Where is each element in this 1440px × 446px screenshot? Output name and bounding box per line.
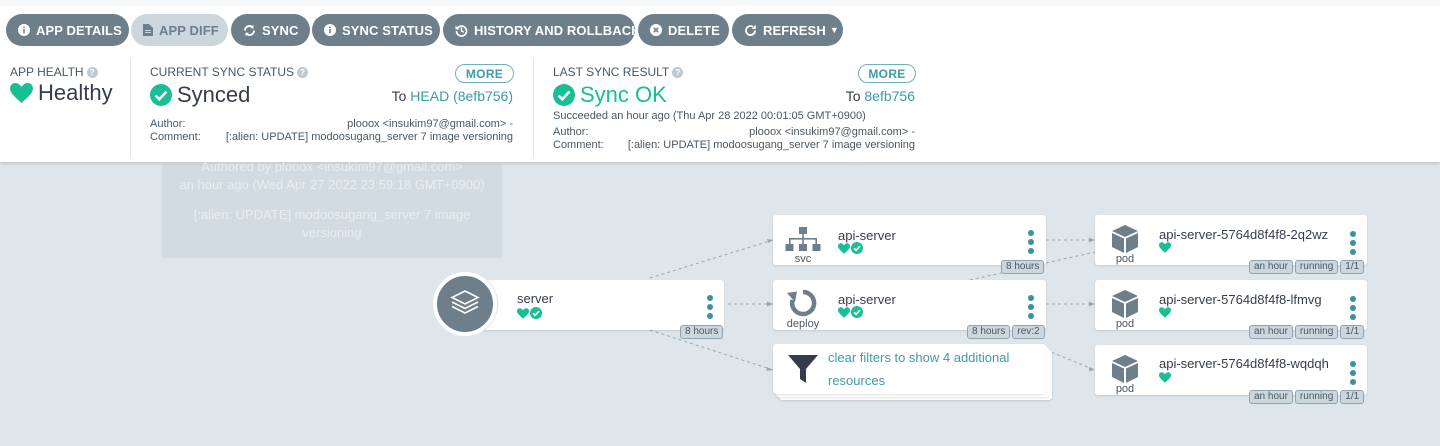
ready-tag: 1/1 — [1340, 325, 1365, 339]
heart-icon — [838, 306, 850, 318]
clear-filters-line: clear filters to show 4 additional — [828, 350, 1010, 365]
node-menu-icon[interactable] — [1350, 296, 1356, 320]
status-tag: running — [1294, 325, 1339, 339]
status-tag: running — [1294, 260, 1339, 274]
node-name: api-server-5764d8f4f8-wqdqh — [1159, 356, 1329, 371]
clear-filters-link[interactable]: clear filters to show 4 additional resou… — [828, 346, 1009, 392]
status-icons — [517, 307, 542, 319]
status-tag: running — [1294, 390, 1339, 404]
age-tag: an hour — [1249, 260, 1293, 274]
node-menu-icon[interactable] — [1350, 361, 1356, 385]
filter-node[interactable]: clear filters to show 4 additional resou… — [773, 344, 1046, 394]
ready-tag: 1/1 — [1340, 260, 1365, 274]
node-tags: 8 hours — [680, 325, 724, 339]
node-svc-api-server[interactable]: svc api-server — [773, 215, 1046, 265]
heart-icon — [1159, 372, 1171, 383]
age-tag: an hour — [1249, 325, 1293, 339]
pod-icon — [1112, 355, 1138, 383]
node-tags: 8 hours rev:2 — [967, 325, 1045, 339]
heart-icon — [1159, 242, 1171, 253]
check-circle-icon — [851, 242, 863, 254]
node-name: api-server — [838, 228, 896, 243]
node-name: server — [517, 291, 554, 306]
node-name: api-server — [838, 292, 896, 307]
application-icon — [433, 272, 497, 336]
pod-icon — [1112, 225, 1138, 253]
status-icons — [838, 242, 863, 254]
node-kind: deploy — [786, 318, 820, 330]
node-pod[interactable]: pod api-server-5764d8f4f8-wqdqh — [1095, 345, 1367, 395]
age-tag: 8 hours — [1001, 260, 1045, 274]
ready-tag: 1/1 — [1340, 390, 1365, 404]
node-kind: pod — [1115, 383, 1135, 395]
service-icon — [785, 227, 821, 251]
age-tag: 8 hours — [967, 325, 1011, 339]
node-menu-icon[interactable] — [1350, 231, 1356, 255]
node-kind: pod — [1115, 253, 1135, 265]
node-kind: pod — [1115, 318, 1135, 330]
heart-icon — [517, 307, 529, 319]
filter-icon — [788, 355, 818, 383]
age-tag: 8 hours — [680, 325, 724, 339]
node-pod[interactable]: pod api-server-5764d8f4f8-2q2wz — [1095, 215, 1367, 265]
deploy-icon — [787, 289, 817, 317]
edge — [649, 239, 774, 279]
node-pod[interactable]: pod api-server-5764d8f4f8-lfmvg — [1095, 280, 1367, 330]
revision-tag: rev:2 — [1012, 325, 1045, 339]
check-circle-icon — [530, 307, 542, 319]
check-circle-icon — [851, 306, 863, 318]
status-icons — [1159, 372, 1171, 383]
node-tags: an hour running 1/1 — [1249, 325, 1365, 339]
node-tags: 8 hours — [1001, 260, 1045, 274]
node-menu-icon[interactable] — [1028, 230, 1034, 254]
age-tag: an hour — [1249, 390, 1293, 404]
node-menu-icon[interactable] — [1028, 295, 1034, 319]
node-tags: an hour running 1/1 — [1249, 390, 1365, 404]
node-kind: svc — [794, 253, 812, 265]
root-node-server[interactable]: server — [468, 280, 724, 330]
status-icons — [838, 306, 863, 318]
node-deploy-api-server[interactable]: deploy api-server — [773, 280, 1046, 330]
status-icons — [1159, 307, 1171, 318]
heart-icon — [1159, 307, 1171, 318]
edge — [1045, 349, 1096, 371]
node-tags: an hour running 1/1 — [1249, 260, 1365, 274]
node-menu-icon[interactable] — [707, 295, 713, 319]
status-icons — [1159, 242, 1171, 253]
heart-icon — [838, 242, 850, 254]
node-name: api-server-5764d8f4f8-2q2wz — [1159, 227, 1329, 242]
node-name: api-server-5764d8f4f8-lfmvg — [1159, 292, 1322, 307]
clear-filters-line: resources — [828, 373, 886, 388]
pod-icon — [1112, 290, 1138, 318]
